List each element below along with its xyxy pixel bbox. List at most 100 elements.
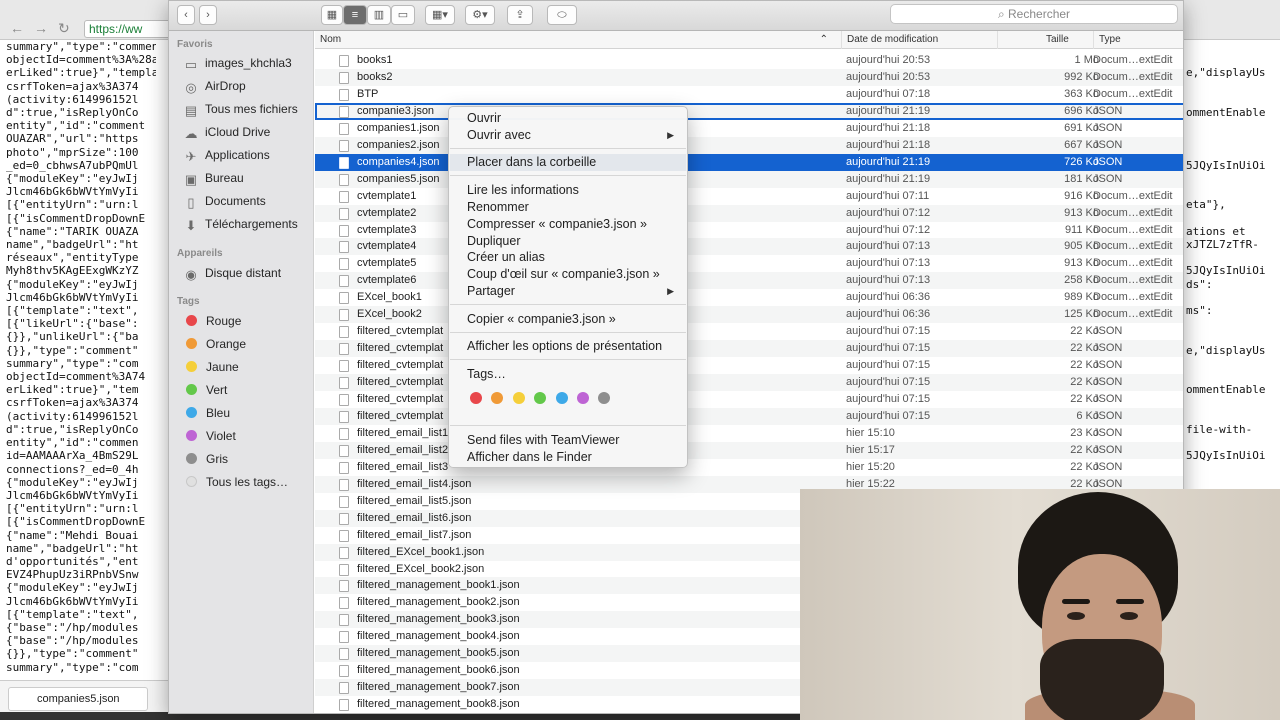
file-row[interactable]: filtered_email_list2 hier 15:17 22 Ko JSON — [315, 441, 1183, 459]
back-arrow-icon[interactable]: ← — [10, 20, 24, 36]
sidebar-item-5[interactable]: ▣ Bureau — [183, 168, 244, 188]
tag-color-option-icon[interactable] — [534, 392, 547, 404]
coverflow-view-icon[interactable]: ▭ — [391, 5, 415, 25]
file-row[interactable]: EXcel_book1 aujourd'hui 06:36 989 Ko Docum…… — [315, 289, 1183, 306]
file-row[interactable]: filtered_cvtemplat aujourd'hui 07:15 22 Ko… — [315, 391, 1183, 408]
file-row[interactable]: cvtemplate5 aujourd'hui 07:13 913 Ko Docum…… — [315, 255, 1183, 272]
sidebar-tag-6[interactable]: Gris — [183, 449, 228, 469]
sidebar-item-4[interactable]: ✈ Applications — [183, 145, 270, 165]
sidebar-tag-label: Orange — [206, 337, 247, 351]
sidebar-all-tags-label: Tous les tags… — [206, 475, 289, 489]
arrange-icon[interactable]: ▦▾ — [425, 5, 455, 25]
file-row[interactable]: cvtemplate4 aujourd'hui 07:13 905 Ko Docum…… — [315, 238, 1183, 256]
file-row[interactable]: companies5.json aujourd'hui 21:19 181 Ko JS… — [315, 170, 1183, 188]
url-bar[interactable]: https://ww — [84, 20, 174, 38]
menu-item-share[interactable]: Partager ▶ — [467, 283, 682, 300]
back-button[interactable]: ‹ — [177, 5, 195, 25]
menu-item-tags[interactable]: Tags… — [467, 366, 682, 383]
tag-color-option-icon[interactable] — [470, 392, 482, 404]
file-row[interactable]: companie3.json aujourd'hui 21:19 696 Ko JSO… — [315, 102, 1183, 120]
sidebar-tag-5[interactable]: Violet — [183, 426, 236, 446]
sidebar-item-3[interactable]: ☁ iCloud Drive — [183, 122, 271, 142]
file-row[interactable]: BTP aujourd'hui 07:18 363 Ko Docum…extEdit — [315, 86, 1183, 103]
menu-item-get-info[interactable]: Lire les informations — [467, 182, 682, 199]
list-view-icon[interactable]: ≡ — [343, 5, 367, 25]
column-header-size[interactable]: Taille — [997, 31, 1093, 49]
column-header-kind[interactable]: Type — [1093, 31, 1183, 49]
menu-item-reveal-in-finder[interactable]: Afficher dans le Finder — [467, 449, 682, 466]
sidebar-item-0[interactable]: ▭ images_khchla3 — [183, 53, 292, 73]
file-row[interactable]: filtered_cvtemplat aujourd'hui 07:15 22 Ko… — [315, 340, 1183, 358]
menu-item-quicklook[interactable]: Coup d'œil sur « companie3.json » — [467, 266, 682, 283]
file-row[interactable]: cvtemplate3 aujourd'hui 07:12 911 Ko Docum…… — [315, 222, 1183, 239]
file-row[interactable]: books1 aujourd'hui 20:53 1 Mo Docum…extEdit — [315, 52, 1183, 69]
file-row[interactable]: companies2.json aujourd'hui 21:18 667 Ko JS… — [315, 136, 1183, 154]
folder-icon: ▭ — [184, 57, 198, 72]
menu-item-rename[interactable]: Renommer — [467, 199, 682, 216]
sidebar-item-6[interactable]: ▯ Documents — [183, 191, 265, 211]
file-row[interactable]: cvtemplate2 aujourd'hui 07:12 913 Ko Docum…… — [315, 204, 1183, 222]
file-row[interactable]: filtered_cvtemplat aujourd'hui 07:15 22 Ko… — [315, 357, 1183, 374]
file-kind: JSON — [1093, 325, 1123, 338]
share-icon[interactable]: ⇪ — [507, 5, 533, 25]
sidebar-tag-3[interactable]: Vert — [183, 380, 227, 400]
file-row[interactable]: companies1.json aujourd'hui 21:18 691 Ko JS… — [315, 120, 1183, 137]
sidebar-item-1[interactable]: ◎ AirDrop — [183, 76, 245, 96]
file-kind: JSON — [1093, 409, 1123, 422]
sidebar-tag-0[interactable]: Rouge — [183, 311, 241, 331]
icon-view-icon[interactable]: ▦ — [321, 5, 343, 25]
file-row[interactable]: filtered_cvtemplat aujourd'hui 07:15 22 Ko… — [315, 374, 1183, 392]
document-icon — [339, 410, 349, 423]
menu-item-make-alias[interactable]: Créer un alias — [467, 249, 682, 266]
tag-color-option-icon[interactable] — [598, 392, 611, 404]
column-view-icon[interactable]: ▥ — [367, 5, 391, 25]
file-date: aujourd'hui 07:15 — [846, 409, 931, 422]
file-row[interactable]: companies4.json aujourd'hui 21:19 726 Ko JS… — [315, 153, 1183, 171]
file-row[interactable]: EXcel_book2 aujourd'hui 06:36 125 Ko Docum…… — [315, 306, 1183, 324]
file-row[interactable]: filtered_cvtemplat aujourd'hui 07:15 22 Ko… — [315, 323, 1183, 340]
file-row[interactable]: filtered_cvtemplat aujourd'hui 07:15 6 Ko J… — [315, 407, 1183, 425]
document-icon — [339, 258, 349, 271]
sidebar-item-2[interactable]: ▤ Tous mes fichiers — [183, 99, 298, 119]
file-row[interactable]: filtered_email_list3 hier 15:20 22 Ko JSON — [315, 459, 1183, 476]
tag-icon[interactable]: ⬭ — [547, 5, 577, 25]
sidebar-item-label: Disque distant — [205, 266, 282, 280]
sidebar-item-7[interactable]: ⬇ Téléchargements — [183, 214, 298, 234]
forward-arrow-icon[interactable]: → — [34, 20, 48, 36]
download-item[interactable]: companies5.json — [8, 687, 148, 711]
menu-item-teamviewer[interactable]: Send files with TeamViewer — [467, 432, 682, 449]
file-row[interactable]: cvtemplate1 aujourd'hui 07:11 916 Ko Docum…… — [315, 188, 1183, 205]
file-name: filtered_management_book4.json — [357, 630, 520, 643]
reload-icon[interactable]: ↻ — [58, 20, 70, 37]
sidebar-tag-1[interactable]: Orange — [183, 334, 246, 354]
sidebar-tag-4[interactable]: Bleu — [183, 403, 230, 423]
search-field[interactable]: ⌕ Rechercher — [890, 4, 1178, 24]
menu-item-compress[interactable]: Compresser « companie3.json » — [467, 216, 682, 233]
file-kind: Docum…extEdit — [1093, 291, 1173, 304]
document-icon — [339, 275, 349, 288]
tag-color-option-icon[interactable] — [555, 392, 568, 404]
file-size: 696 Ko — [1064, 104, 1099, 117]
file-kind: JSON — [1093, 460, 1123, 473]
gear-icon[interactable]: ⚙▾ — [465, 5, 495, 25]
file-size: 913 Ko — [1064, 257, 1099, 270]
forward-button[interactable]: › — [199, 5, 217, 25]
tag-color-option-icon[interactable] — [491, 392, 504, 404]
file-row[interactable]: cvtemplate6 aujourd'hui 07:13 258 Ko Docum…… — [315, 272, 1183, 290]
file-row[interactable]: books2 aujourd'hui 20:53 992 Ko Docum…extEd… — [315, 68, 1183, 86]
menu-item-open[interactable]: Ouvrir — [467, 110, 682, 127]
sidebar-item-device-0[interactable]: ◉ Disque distant — [183, 263, 281, 283]
sidebar-tag-2[interactable]: Jaune — [183, 357, 239, 377]
tag-color-option-icon[interactable] — [512, 392, 525, 404]
file-row[interactable]: filtered_email_list1 hier 15:10 23 Ko JSON — [315, 425, 1183, 442]
menu-item-duplicate[interactable]: Dupliquer — [467, 233, 682, 250]
menu-item-open-with[interactable]: Ouvrir avec ▶ — [467, 127, 682, 144]
tag-color-option-icon[interactable] — [577, 392, 589, 404]
file-name: filtered_management_book7.json — [357, 681, 520, 694]
menu-item-copy[interactable]: Copier « companie3.json » — [467, 311, 682, 328]
sidebar-all-tags[interactable]: Tous les tags… — [183, 472, 288, 492]
menu-item-trash[interactable]: Placer dans la corbeille — [450, 154, 686, 171]
column-header-date[interactable]: Date de modification — [841, 31, 996, 49]
column-header-name[interactable]: Nom ⌃ — [315, 31, 836, 49]
menu-item-view-options[interactable]: Afficher les options de présentation — [467, 338, 682, 355]
